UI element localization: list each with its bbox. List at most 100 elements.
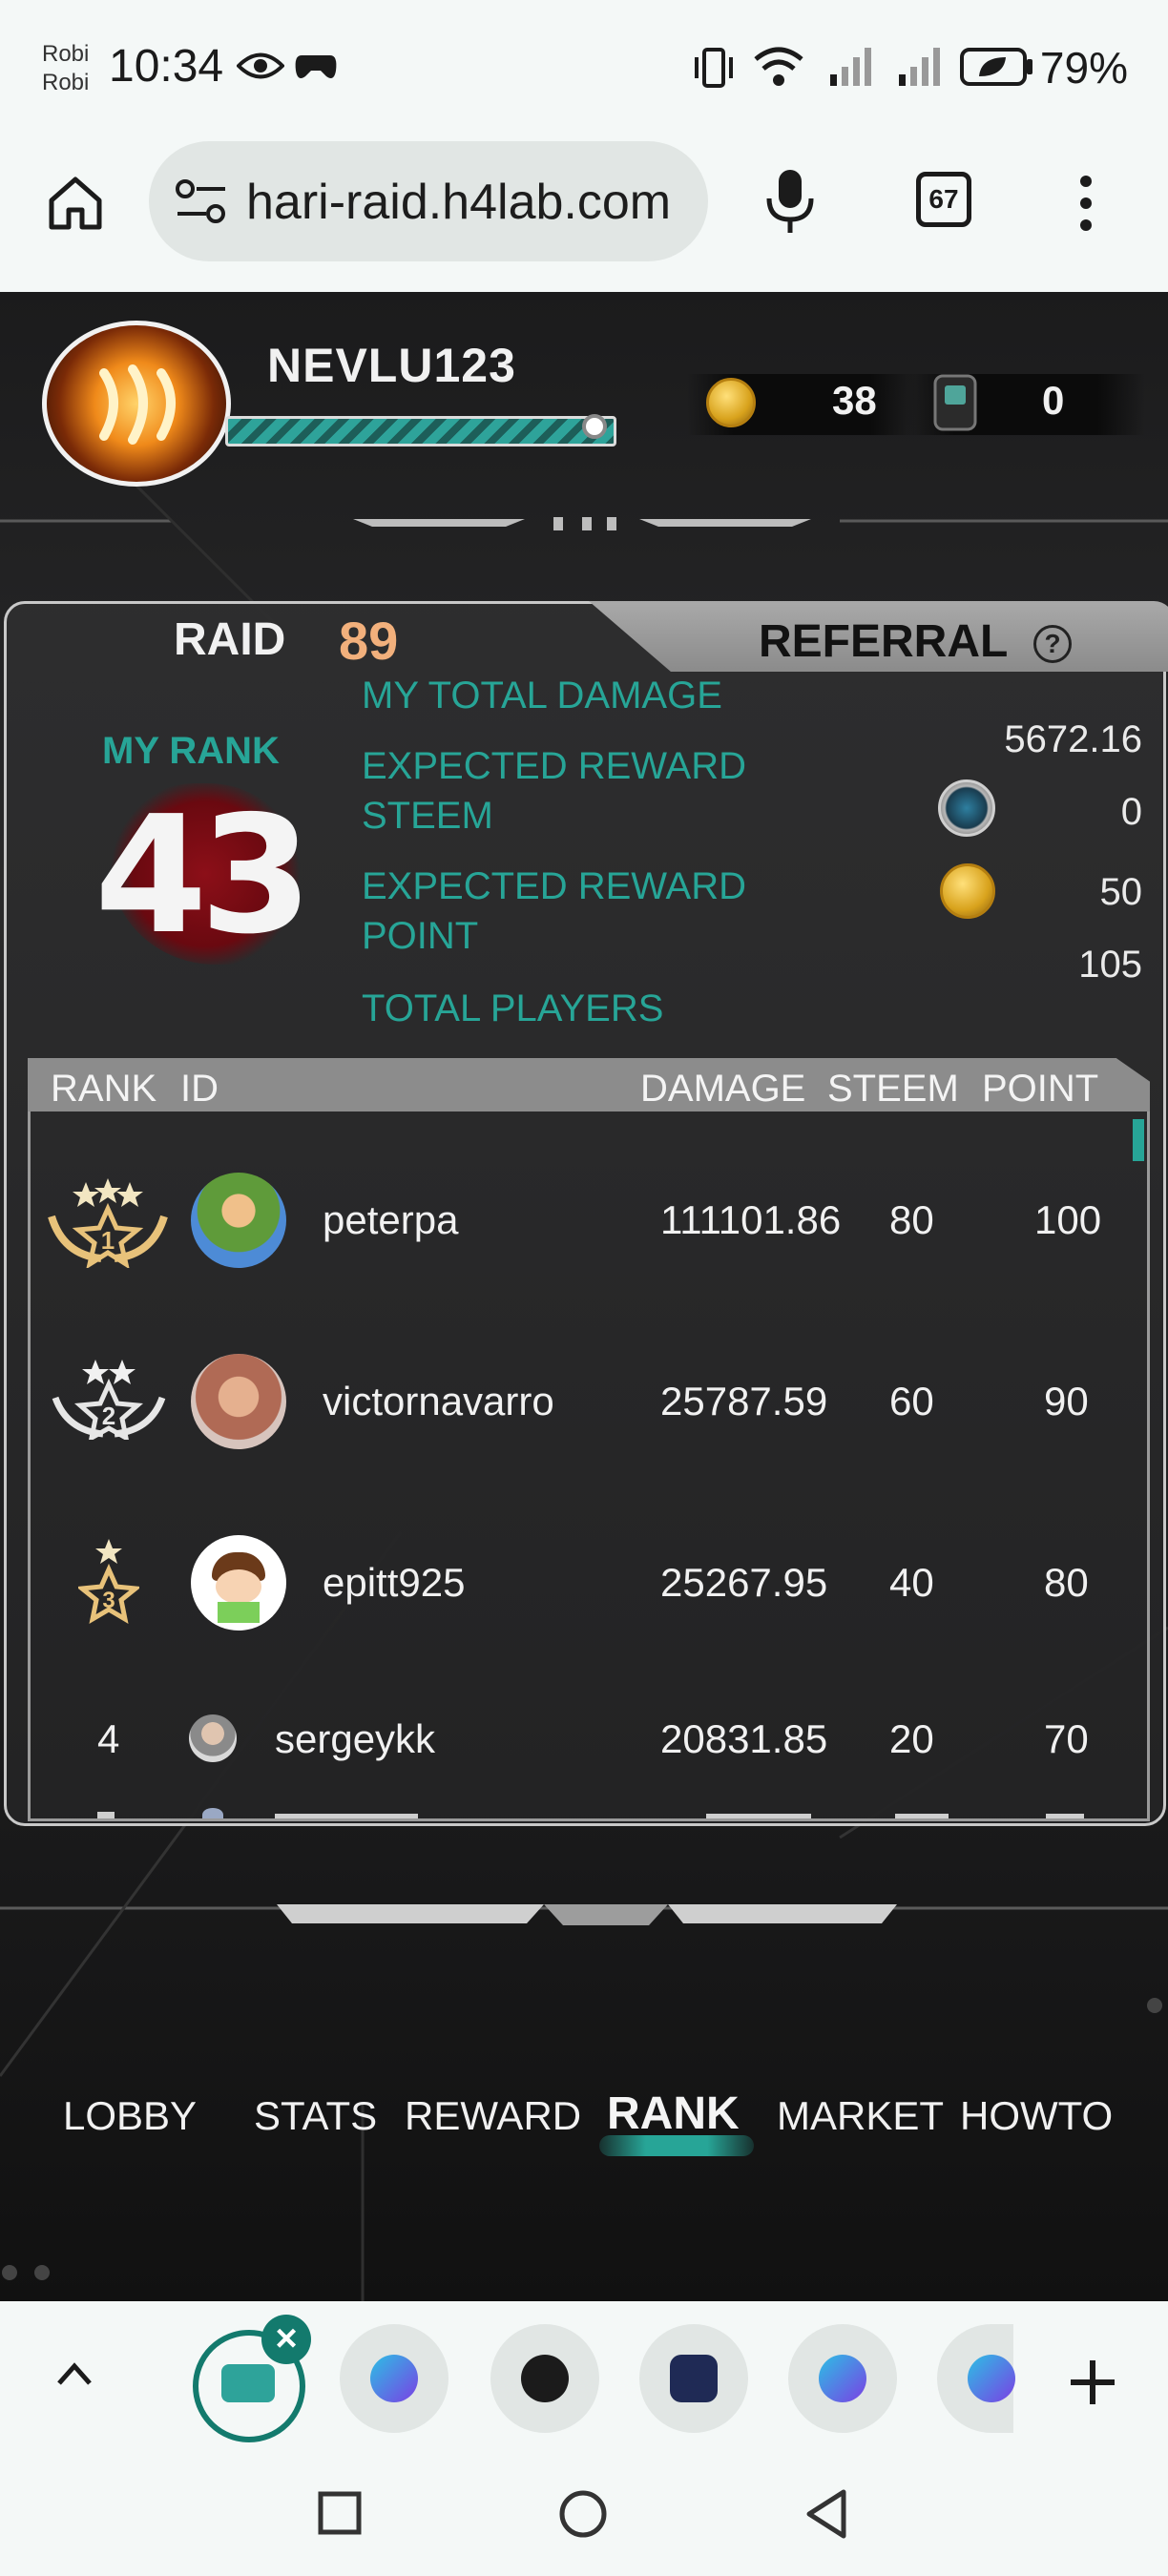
total-players-label: TOTAL PLAYERS bbox=[362, 987, 664, 1029]
nav-lobby[interactable]: LOBBY bbox=[63, 2093, 197, 2139]
url-text[interactable]: hari-raid.h4lab.com bbox=[246, 174, 695, 231]
browser-toolbar: hari-raid.h4lab.com 67 bbox=[0, 141, 1168, 292]
table-row[interactable]: 1 peterpa 111101.86 80 100 bbox=[31, 1159, 1147, 1283]
user-id[interactable]: epitt925 bbox=[323, 1560, 465, 1606]
nav-rank[interactable]: RANK bbox=[607, 2088, 740, 2140]
my-rank-label: MY RANK bbox=[102, 730, 280, 772]
steem-cell: 20 bbox=[889, 1716, 934, 1761]
total-damage-value: 5672.16 bbox=[1004, 718, 1142, 760]
reward-steem-label: EXPECTED REWARD STEEM bbox=[362, 745, 747, 837]
rank-3-badge-icon: 3 bbox=[78, 1539, 139, 1624]
xp-progress-knob bbox=[582, 414, 607, 439]
xp-progress-bar bbox=[225, 416, 616, 447]
point-cell: 90 bbox=[1044, 1379, 1089, 1423]
steem-logo-icon bbox=[99, 364, 176, 445]
point-cell: 70 bbox=[1044, 1716, 1089, 1761]
close-tab-icon[interactable]: × bbox=[261, 2315, 311, 2364]
table-row[interactable]: 3 epitt925 25267.95 40 80 bbox=[31, 1522, 1147, 1646]
user-id[interactable]: sergeykk bbox=[275, 1716, 435, 1762]
site-settings-icon[interactable] bbox=[174, 176, 229, 227]
steem-cell: 80 bbox=[889, 1197, 934, 1242]
chevron-up-icon[interactable] bbox=[55, 2360, 94, 2387]
table-row[interactable]: 2 victornavarro 25787.59 60 90 bbox=[31, 1340, 1147, 1465]
steem-cell: 60 bbox=[889, 1379, 934, 1423]
token-icon bbox=[933, 374, 977, 431]
clock: 10:34 bbox=[109, 41, 224, 92]
header-rank: RANK bbox=[51, 1068, 157, 1110]
signal-icon bbox=[830, 48, 871, 86]
tab-2[interactable] bbox=[490, 2324, 599, 2433]
game-controller-icon bbox=[295, 55, 337, 78]
user-id[interactable]: victornavarro bbox=[323, 1379, 554, 1424]
header-steem: STEEM bbox=[827, 1068, 959, 1110]
rank-panel: RAID 89 REFERRAL ? MY RANK 43 MY TOTAL D… bbox=[4, 601, 1168, 1826]
coin-icon bbox=[706, 378, 756, 427]
user-avatar[interactable] bbox=[191, 1354, 286, 1449]
user-id[interactable]: peterpa bbox=[323, 1197, 458, 1243]
microphone-icon[interactable] bbox=[763, 168, 817, 235]
reward-steem-value: 0 bbox=[1120, 791, 1142, 833]
nav-reward[interactable]: REWARD bbox=[405, 2093, 581, 2139]
ranking-table[interactable]: 1 peterpa 111101.86 80 100 2 victornavar bbox=[28, 1111, 1150, 1821]
coin-count: 38 bbox=[832, 378, 877, 423]
rank-1-badge-icon: 1 bbox=[48, 1178, 168, 1268]
header-point: POINT bbox=[982, 1068, 1099, 1110]
recents-icon[interactable] bbox=[317, 2490, 363, 2536]
user-avatar[interactable] bbox=[189, 1714, 237, 1762]
tab-referral[interactable]: REFERRAL bbox=[759, 615, 1008, 668]
nav-market[interactable]: MARKET bbox=[777, 2093, 944, 2139]
tab-switcher-button[interactable]: 67 bbox=[916, 172, 971, 227]
svg-text:1: 1 bbox=[101, 1226, 115, 1255]
status-bar: Robi Robi 10:34 79% bbox=[0, 0, 1168, 141]
svg-text:3: 3 bbox=[102, 1588, 115, 1613]
header-damage: DAMAGE bbox=[640, 1068, 806, 1110]
nav-howto[interactable]: HOWTO bbox=[960, 2093, 1113, 2139]
battery-percent: 79% bbox=[1039, 43, 1128, 93]
user-avatar[interactable] bbox=[191, 1173, 286, 1268]
more-options-icon[interactable] bbox=[1076, 174, 1095, 233]
tab-canva-2[interactable] bbox=[788, 2324, 897, 2433]
home-nav-icon[interactable] bbox=[557, 2488, 609, 2540]
rank-2-badge-icon: 2 bbox=[52, 1360, 166, 1440]
game-view: NEVLU123 38 0 RAID 89 REFERRAL ? MY RANK… bbox=[0, 292, 1168, 2301]
my-rank-value: 43 bbox=[94, 781, 313, 970]
damage-cell: 25787.59 bbox=[660, 1379, 828, 1423]
carrier-line-1: Robi bbox=[42, 41, 90, 67]
tab-strip: × bbox=[0, 2301, 1168, 2442]
tab-canva-1[interactable] bbox=[340, 2324, 448, 2433]
signal-icon-2 bbox=[899, 48, 940, 86]
address-bar[interactable]: hari-raid.h4lab.com bbox=[149, 141, 708, 261]
user-avatar[interactable] bbox=[191, 1535, 286, 1631]
home-icon[interactable] bbox=[46, 174, 105, 233]
damage-cell: 20831.85 bbox=[660, 1716, 828, 1761]
carrier-line-2: Robi bbox=[42, 70, 90, 95]
raid-number: 89 bbox=[339, 611, 399, 671]
svg-text:2: 2 bbox=[102, 1402, 115, 1430]
player-avatar[interactable] bbox=[42, 321, 231, 487]
tab-3[interactable] bbox=[639, 2324, 748, 2433]
help-icon[interactable]: ? bbox=[1033, 625, 1072, 663]
vibrate-icon bbox=[695, 48, 733, 88]
steem-coin-icon bbox=[938, 779, 995, 837]
rank-cell: 4 bbox=[97, 1716, 120, 1761]
table-scrollbar[interactable] bbox=[1133, 1119, 1144, 1161]
total-damage-label: MY TOTAL DAMAGE bbox=[362, 675, 722, 717]
point-coin-icon bbox=[940, 863, 995, 919]
battery-saver-icon bbox=[960, 48, 1032, 86]
total-players-value: 105 bbox=[1078, 944, 1142, 986]
reward-point-value: 50 bbox=[1099, 871, 1143, 913]
table-row-clipped[interactable] bbox=[31, 1808, 1147, 1818]
system-nav-bar bbox=[0, 2442, 1168, 2576]
nav-stats[interactable]: STATS bbox=[254, 2093, 377, 2139]
back-icon[interactable] bbox=[803, 2488, 849, 2540]
tab-canva-3[interactable] bbox=[937, 2324, 1015, 2433]
damage-cell: 25267.95 bbox=[660, 1560, 828, 1605]
player-name: NEVLU123 bbox=[267, 339, 516, 392]
reward-point-label: EXPECTED REWARD POINT bbox=[362, 865, 747, 957]
steem-cell: 40 bbox=[889, 1560, 934, 1605]
point-cell: 80 bbox=[1044, 1560, 1089, 1605]
table-row[interactable]: 4 sergeykk 20831.85 20 70 bbox=[31, 1703, 1147, 1779]
point-cell: 100 bbox=[1034, 1197, 1102, 1242]
tab-raid[interactable]: RAID bbox=[174, 613, 285, 666]
new-tab-icon[interactable] bbox=[1067, 2357, 1118, 2408]
